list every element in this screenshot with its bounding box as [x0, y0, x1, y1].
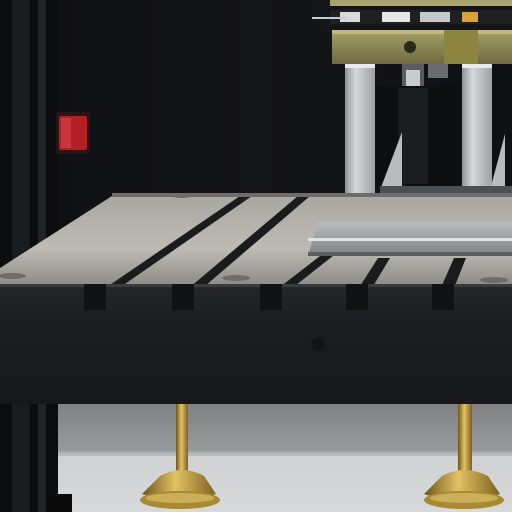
olive-clamp-plate: [332, 30, 512, 64]
mount-hole-icon: [172, 194, 192, 198]
render-scene: [0, 0, 512, 512]
mount-hole-icon: [404, 41, 416, 53]
machine-table: [0, 193, 512, 404]
mount-hole-icon: [222, 275, 250, 281]
mount-hole-icon: [311, 337, 325, 351]
mount-hole-icon: [480, 277, 508, 283]
red-light-indicator-icon: [56, 112, 90, 154]
